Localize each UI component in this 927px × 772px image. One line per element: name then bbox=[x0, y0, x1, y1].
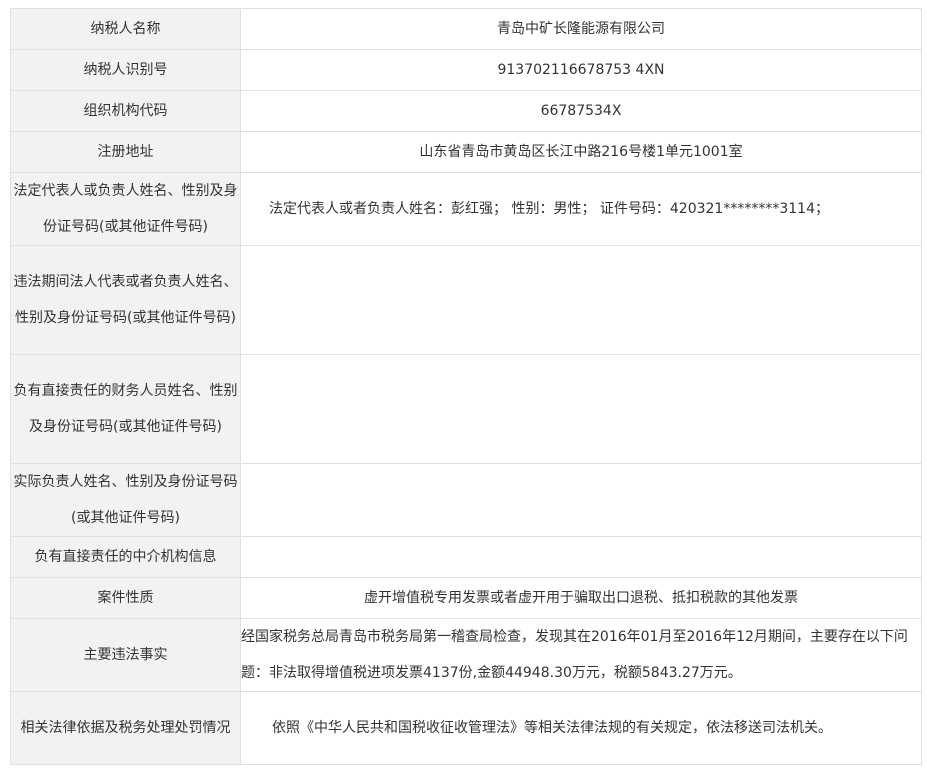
row-value-taxpayer-name: 青岛中矿长隆能源有限公司 bbox=[240, 8, 922, 50]
table-row: 相关法律依据及税务处理处罚情况 依照《中华人民共和国税收征收管理法》等相关法律法… bbox=[10, 691, 922, 765]
row-value-intermediary-info bbox=[240, 536, 922, 578]
tax-violation-info-table: 纳税人名称 青岛中矿长隆能源有限公司 纳税人识别号 91370211667875… bbox=[10, 8, 922, 765]
row-value-taxpayer-id: 913702116678753 4XN bbox=[240, 49, 922, 91]
table-row: 法定代表人或负责人姓名、性别及身份证号码(或其他证件号码) 法定代表人或者负责人… bbox=[10, 172, 922, 246]
row-value-case-nature: 虚开增值税专用发票或者虚开用于骗取出口退税、抵扣税款的其他发票 bbox=[240, 577, 922, 619]
row-label-finance-staff: 负有直接责任的财务人员姓名、性别及身份证号码(或其他证件号码) bbox=[10, 354, 241, 464]
row-label-actual-person-in-charge: 实际负责人姓名、性别及身份证号码(或其他证件号码) bbox=[10, 463, 241, 537]
table-row: 纳税人识别号 913702116678753 4XN bbox=[10, 49, 922, 91]
table-row: 违法期间法人代表或者负责人姓名、性别及身份证号码(或其他证件号码) bbox=[10, 245, 922, 355]
row-label-legal-basis: 相关法律依据及税务处理处罚情况 bbox=[10, 691, 241, 765]
row-value-actual-person-in-charge bbox=[240, 463, 922, 537]
row-value-main-facts: 经国家税务总局青岛市税务局第一稽查局检查，发现其在2016年01月至2016年1… bbox=[240, 618, 922, 692]
row-label-org-code: 组织机构代码 bbox=[10, 90, 241, 132]
table-row: 主要违法事实 经国家税务总局青岛市税务局第一稽查局检查，发现其在2016年01月… bbox=[10, 618, 922, 692]
row-value-legal-representative: 法定代表人或者负责人姓名：彭红强； 性别：男性； 证件号码：420321****… bbox=[240, 172, 922, 246]
table-row: 注册地址 山东省青岛市黄岛区长江中路216号楼1单元1001室 bbox=[10, 131, 922, 173]
row-label-case-nature: 案件性质 bbox=[10, 577, 241, 619]
row-label-legal-representative: 法定代表人或负责人姓名、性别及身份证号码(或其他证件号码) bbox=[10, 172, 241, 246]
table-row: 实际负责人姓名、性别及身份证号码(或其他证件号码) bbox=[10, 463, 922, 537]
row-value-violation-period-representative bbox=[240, 245, 922, 355]
row-label-taxpayer-id: 纳税人识别号 bbox=[10, 49, 241, 91]
table-row: 案件性质 虚开增值税专用发票或者虚开用于骗取出口退税、抵扣税款的其他发票 bbox=[10, 577, 922, 619]
table-row: 纳税人名称 青岛中矿长隆能源有限公司 bbox=[10, 8, 922, 50]
row-label-registered-address: 注册地址 bbox=[10, 131, 241, 173]
row-value-org-code: 66787534X bbox=[240, 90, 922, 132]
row-label-taxpayer-name: 纳税人名称 bbox=[10, 8, 241, 50]
row-label-main-facts: 主要违法事实 bbox=[10, 618, 241, 692]
row-label-violation-period-representative: 违法期间法人代表或者负责人姓名、性别及身份证号码(或其他证件号码) bbox=[10, 245, 241, 355]
row-value-registered-address: 山东省青岛市黄岛区长江中路216号楼1单元1001室 bbox=[240, 131, 922, 173]
row-label-intermediary-info: 负有直接责任的中介机构信息 bbox=[10, 536, 241, 578]
table-row: 组织机构代码 66787534X bbox=[10, 90, 922, 132]
row-value-legal-basis: 依照《中华人民共和国税收征收管理法》等相关法律法规的有关规定，依法移送司法机关。 bbox=[240, 691, 922, 765]
table-row: 负有直接责任的财务人员姓名、性别及身份证号码(或其他证件号码) bbox=[10, 354, 922, 464]
row-value-finance-staff bbox=[240, 354, 922, 464]
table-row: 负有直接责任的中介机构信息 bbox=[10, 536, 922, 578]
